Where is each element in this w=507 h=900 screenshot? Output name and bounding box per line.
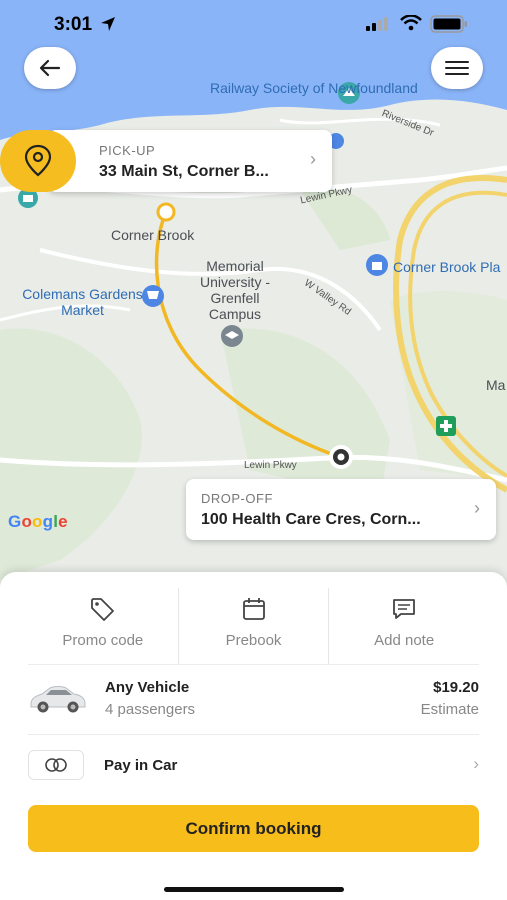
status-bar: 3:01 (0, 0, 507, 50)
map-label-corner-brook: Corner Brook (111, 227, 195, 243)
note-icon (393, 599, 416, 619)
promo-code-button[interactable]: Promo code (28, 588, 178, 664)
map-label-colemans: Colemans Gardens Market (22, 286, 143, 318)
wifi-icon (400, 15, 422, 31)
chevron-right-icon: › (474, 498, 480, 518)
divider (28, 664, 479, 665)
signal-icon (366, 17, 388, 31)
dropoff-caption: DROP-OFF (201, 491, 273, 506)
vehicle-option[interactable]: Any Vehicle 4 passengers $19.20 Estimate (28, 670, 479, 732)
map-label-ma: Ma (486, 377, 506, 393)
shopping-cart-pin-icon (142, 285, 164, 307)
confirm-booking-label: Confirm booking (185, 818, 322, 838)
google-logo: Google (8, 512, 68, 531)
tag-icon (90, 598, 114, 621)
menu-button[interactable] (431, 47, 483, 89)
action-row: Promo code Prebook Add note (28, 588, 479, 664)
battery-icon (430, 15, 467, 33)
location-pin-icon (24, 144, 52, 177)
calendar-icon (242, 598, 265, 620)
map-label-lewin-pkwy-bottom: Lewin Pkwy (244, 460, 297, 471)
pickup-pin-badge (0, 130, 76, 192)
promo-code-label: Promo code (62, 632, 144, 649)
location-arrow-icon (101, 17, 115, 31)
payment-icon-box (28, 750, 84, 780)
pickup-card[interactable]: PICK-UP 33 Main St, Corner B... › (48, 130, 332, 192)
payment-label: Pay in Car (104, 757, 178, 774)
dropoff-address: 100 Health Care Cres, Corn... (201, 511, 421, 528)
hospital-pin-icon (436, 416, 456, 436)
home-indicator (164, 887, 344, 892)
back-button[interactable] (24, 47, 76, 89)
map-label-corner-brook-plaza: Corner Brook Pla (393, 259, 501, 275)
hamburger-menu-icon (445, 61, 469, 75)
vehicle-name: Any Vehicle (105, 679, 190, 696)
cash-toggle-icon (45, 758, 67, 772)
pickup-caption: PICK-UP (99, 143, 156, 158)
chevron-right-icon: › (310, 149, 316, 169)
status-time: 3:01 (54, 14, 93, 35)
map-label-memorial: Memorial University - Grenfell Campus (199, 258, 270, 322)
chevron-right-icon: › (473, 754, 479, 773)
shopping-bag-pin-icon (366, 254, 388, 276)
booking-sheet: Promo code Prebook Add note Any Vehicle … (0, 572, 507, 900)
car-icon (30, 686, 86, 713)
pickup-address: 33 Main St, Corner B... (99, 163, 269, 180)
divider (28, 734, 479, 735)
payment-method-row[interactable]: Pay in Car › (28, 748, 479, 784)
arrow-left-icon (39, 59, 61, 77)
vehicle-passengers: 4 passengers (105, 701, 196, 718)
prebook-button[interactable]: Prebook (177, 588, 329, 664)
add-note-button[interactable]: Add note (328, 588, 479, 664)
price-estimate-note: Estimate (420, 701, 479, 718)
vehicle-price: $19.20 (433, 679, 479, 696)
dropoff-card[interactable]: DROP-OFF 100 Health Care Cres, Corn... › (186, 479, 496, 540)
school-pin-icon (221, 325, 243, 347)
add-note-label: Add note (374, 632, 435, 649)
confirm-booking-button[interactable]: Confirm booking (28, 805, 479, 852)
prebook-label: Prebook (225, 632, 282, 649)
map-label-railway: Railway Society of Newfoundland (210, 80, 418, 96)
